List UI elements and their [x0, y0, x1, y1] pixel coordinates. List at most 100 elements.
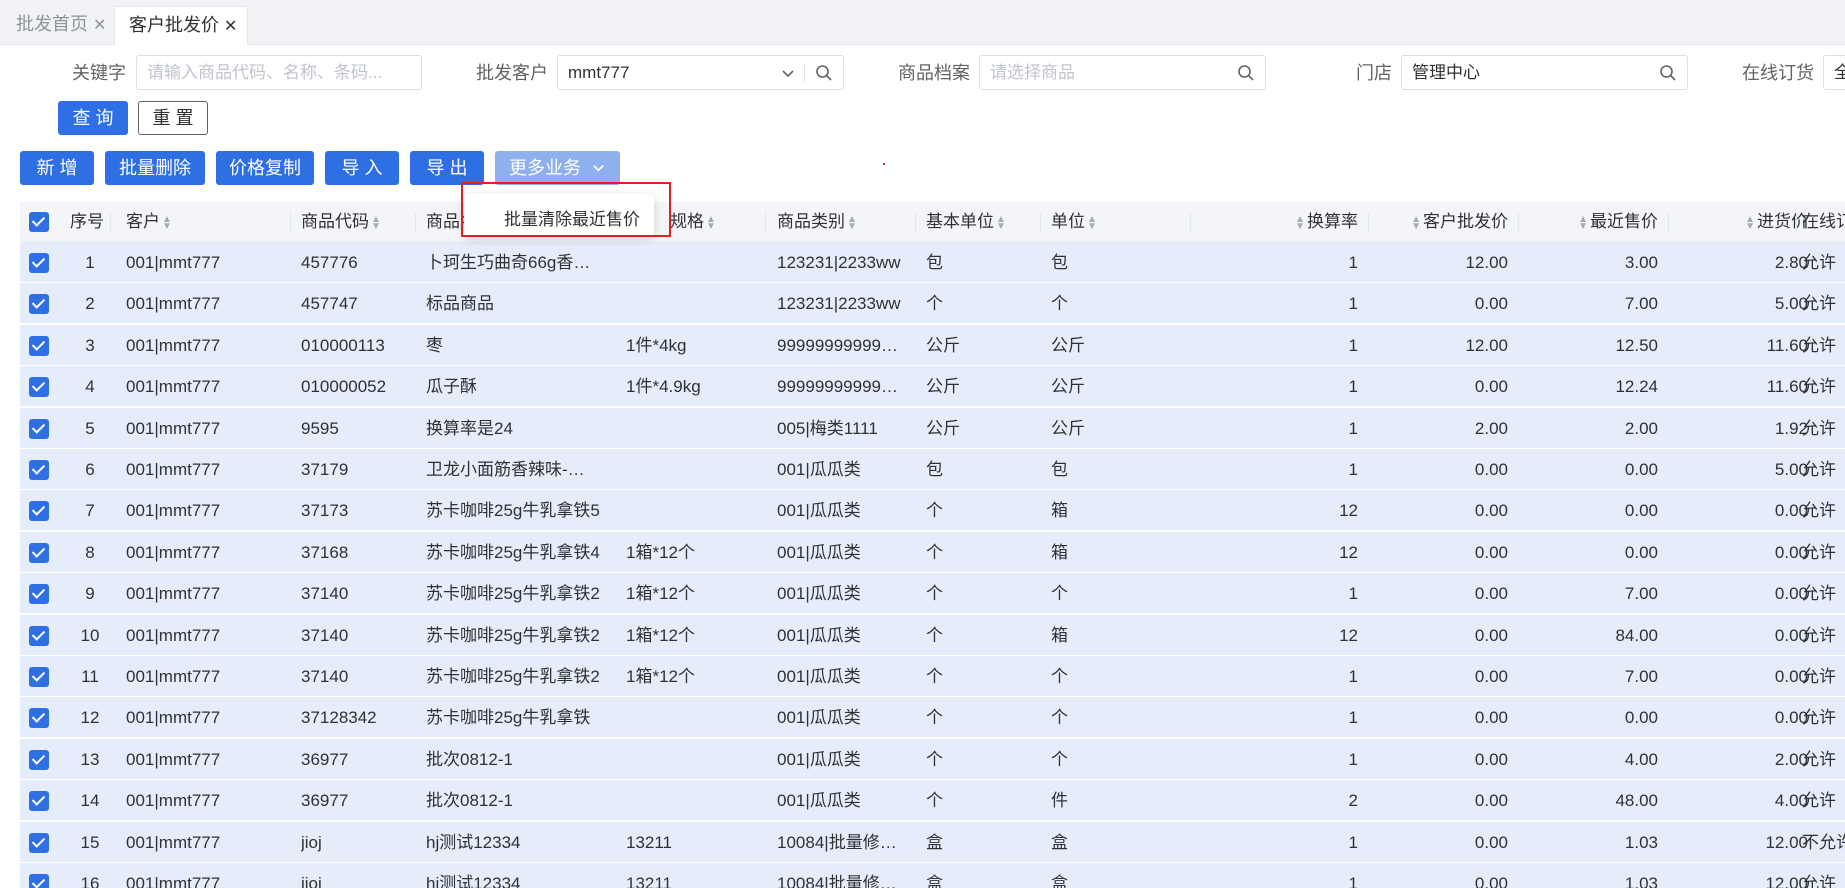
- table-row[interactable]: 4 001|mmt777 010000052 瓜子酥 1件*4.9kg 999999999…: [20, 366, 1845, 408]
- sort-icon[interactable]: ▲ ▼: [847, 214, 857, 231]
- cell-code: 37173: [301, 501, 349, 521]
- table-row[interactable]: 3 001|mmt777 010000113 枣 1件*4kg 99999999999… 公…: [20, 324, 1845, 366]
- col-customer[interactable]: 客户 ▲ ▼: [126, 202, 174, 242]
- cell-rate: 1: [1348, 335, 1358, 355]
- table-row[interactable]: 1 001|mmt777 457776 卜珂生巧曲奇66g香… 123231|2233w…: [20, 242, 1845, 283]
- store-input[interactable]: 管理中心: [1401, 55, 1688, 90]
- tab-customer-wholesale-price[interactable]: 客户批发价 ✕: [114, 6, 249, 45]
- select-all-checkbox[interactable]: [29, 212, 49, 232]
- sort-icon[interactable]: ▲ ▼: [162, 214, 172, 231]
- cell-cost: 11.60: [1766, 377, 1808, 397]
- sort-icon[interactable]: ▲ ▼: [706, 214, 716, 231]
- row-checkbox[interactable]: [29, 874, 49, 888]
- query-button[interactable]: 查 询: [58, 101, 128, 135]
- sort-icon[interactable]: ▲ ▼: [1411, 214, 1421, 231]
- row-checkbox[interactable]: [29, 832, 49, 853]
- col-code[interactable]: 商品代码 ▲ ▼: [301, 202, 383, 242]
- col-rate[interactable]: ▲ ▼ 换算率: [1260, 202, 1358, 242]
- table-row[interactable]: 9 001|mmt777 37140 苏卡咖啡25g牛乳拿铁2 1箱*12个 001|瓜瓜…: [20, 573, 1845, 615]
- close-icon[interactable]: ✕: [224, 18, 237, 35]
- table-row[interactable]: 5 001|mmt777 9595 换算率是24 005|梅类1111 公斤 公斤 1 2.00…: [20, 407, 1845, 449]
- search-icon[interactable]: [1659, 56, 1677, 89]
- batch-delete-button[interactable]: 批量删除: [105, 151, 205, 185]
- table-row[interactable]: 16 001|mmt777 jioj hj测试12334 13211 10084|批量修……: [20, 863, 1845, 888]
- col-cost-label: 进货价: [1757, 212, 1808, 231]
- reset-button[interactable]: 重 置: [138, 101, 208, 135]
- row-checkbox[interactable]: [29, 335, 49, 356]
- cell-code: 010000113: [301, 335, 385, 355]
- cell-cost: 4.00: [1774, 791, 1808, 811]
- cell-customer: 001|mmt777: [126, 294, 221, 314]
- row-checkbox[interactable]: [29, 377, 49, 398]
- more-business-button[interactable]: 更多业务: [495, 151, 620, 185]
- dropdown-item-batch-clear-recent-price[interactable]: 批量清除最近售价: [504, 205, 640, 230]
- col-customer-label: 客户: [126, 212, 160, 231]
- sort-icon[interactable]: ▲ ▼: [996, 214, 1006, 231]
- cell-base-unit: 公斤: [926, 335, 960, 355]
- export-button[interactable]: 导 出: [410, 151, 484, 185]
- keyword-input[interactable]: 请输入商品代码、名称、条码...: [136, 55, 422, 90]
- row-checkbox[interactable]: [29, 253, 49, 273]
- cell-seq: 12: [80, 708, 100, 728]
- table-row[interactable]: 10 001|mmt777 37140 苏卡咖啡25g牛乳拿铁2 1箱*12个 001|瓜…: [20, 614, 1845, 656]
- table-row[interactable]: 6 001|mmt777 37179 卫龙小面筋香辣味-… 001|瓜瓜类 包 包 1 0.00…: [20, 449, 1845, 490]
- cell-category: 005|梅类1111: [777, 418, 878, 438]
- online-order-select[interactable]: 全: [1823, 55, 1845, 90]
- row-checkbox[interactable]: [29, 749, 49, 770]
- table-row[interactable]: 13 001|mmt777 36977 批次0812-1 001|瓜瓜类 个 个 1 0.00 4…: [20, 738, 1845, 780]
- sort-icon[interactable]: ▲ ▼: [1578, 214, 1588, 231]
- table-row[interactable]: 15 001|mmt777 jioj hj测试12334 13211 10084|批量修……: [20, 821, 1845, 863]
- row-checkbox[interactable]: [29, 791, 49, 812]
- product-input[interactable]: 请选择商品: [979, 55, 1266, 90]
- col-category[interactable]: 商品类别 ▲ ▼: [777, 202, 859, 242]
- customer-select[interactable]: mmt777: [557, 55, 844, 90]
- row-checkbox[interactable]: [29, 667, 49, 687]
- tab-wholesale-home[interactable]: 批发首页 ✕: [2, 6, 116, 45]
- sort-icon[interactable]: ▲ ▼: [1745, 214, 1755, 231]
- cell-customer: 001|mmt777: [126, 542, 221, 562]
- row-checkbox[interactable]: [29, 418, 49, 439]
- table-row[interactable]: 12 001|mmt777 37128342 苏卡咖啡25g牛乳拿铁 001|瓜瓜类 个 个…: [20, 697, 1845, 739]
- cell-rate: 1: [1348, 874, 1358, 888]
- cell-rate: 1: [1348, 377, 1358, 397]
- cell-category: 001|瓜瓜类: [777, 791, 861, 811]
- table-row[interactable]: 14 001|mmt777 36977 批次0812-1 001|瓜瓜类 个 件 2 0.00 4…: [20, 780, 1845, 822]
- table-row[interactable]: 8 001|mmt777 37168 苏卡咖啡25g牛乳拿铁4 1箱*12个 001|瓜瓜…: [20, 531, 1845, 573]
- cell-seq: 8: [85, 542, 95, 562]
- row-checkbox[interactable]: [29, 584, 49, 605]
- cell-spec: [626, 449, 761, 490]
- red-dot: [883, 163, 885, 165]
- col-unit[interactable]: 单位 ▲ ▼: [1051, 202, 1099, 242]
- row-checkbox[interactable]: [29, 460, 49, 480]
- cell-cost: 5.00: [1774, 460, 1808, 479]
- col-recent[interactable]: ▲ ▼ 最近售价: [1530, 202, 1658, 242]
- chevron-down-icon[interactable]: [781, 56, 795, 89]
- tab-bar: 批发首页 ✕ 客户批发价 ✕: [0, 0, 1845, 45]
- row-checkbox[interactable]: [29, 625, 49, 646]
- close-icon[interactable]: ✕: [93, 17, 106, 34]
- add-button[interactable]: 新 增: [20, 151, 94, 185]
- search-icon[interactable]: [1237, 56, 1255, 89]
- cell-online: 允许: [1802, 625, 1836, 645]
- cell-wholesale: 0.00: [1474, 874, 1508, 888]
- col-cost[interactable]: ▲ ▼ 进货价: [1680, 202, 1808, 242]
- sort-icon[interactable]: ▲ ▼: [371, 214, 381, 231]
- col-rate-label: 换算率: [1307, 212, 1358, 231]
- table-row[interactable]: 2 001|mmt777 457747 标品商品 123231|2233ww 个 个 1 0.0…: [20, 283, 1845, 325]
- col-base-unit[interactable]: 基本单位 ▲ ▼: [926, 202, 1008, 242]
- row-checkbox[interactable]: [29, 542, 49, 563]
- col-spec[interactable]: 规格 ▲ ▼: [670, 202, 718, 242]
- price-copy-button[interactable]: 价格复制: [216, 151, 314, 185]
- table-row[interactable]: 11 001|mmt777 37140 苏卡咖啡25g牛乳拿铁2 1箱*12个 001|瓜…: [20, 656, 1845, 697]
- row-checkbox[interactable]: [29, 294, 49, 315]
- col-wholesale[interactable]: ▲ ▼ 客户批发价: [1380, 202, 1508, 242]
- row-checkbox[interactable]: [29, 501, 49, 522]
- row-checkbox[interactable]: [29, 708, 49, 729]
- import-button[interactable]: 导 入: [325, 151, 399, 185]
- cell-wholesale: 0.00: [1474, 708, 1508, 728]
- table-row[interactable]: 7 001|mmt777 37173 苏卡咖啡25g牛乳拿铁5 001|瓜瓜类 个 箱 12 0…: [20, 490, 1845, 532]
- search-icon[interactable]: [815, 56, 833, 89]
- sort-icon[interactable]: ▲ ▼: [1295, 214, 1305, 231]
- cell-recent: 1.03: [1624, 874, 1658, 888]
- sort-icon[interactable]: ▲ ▼: [1087, 214, 1097, 231]
